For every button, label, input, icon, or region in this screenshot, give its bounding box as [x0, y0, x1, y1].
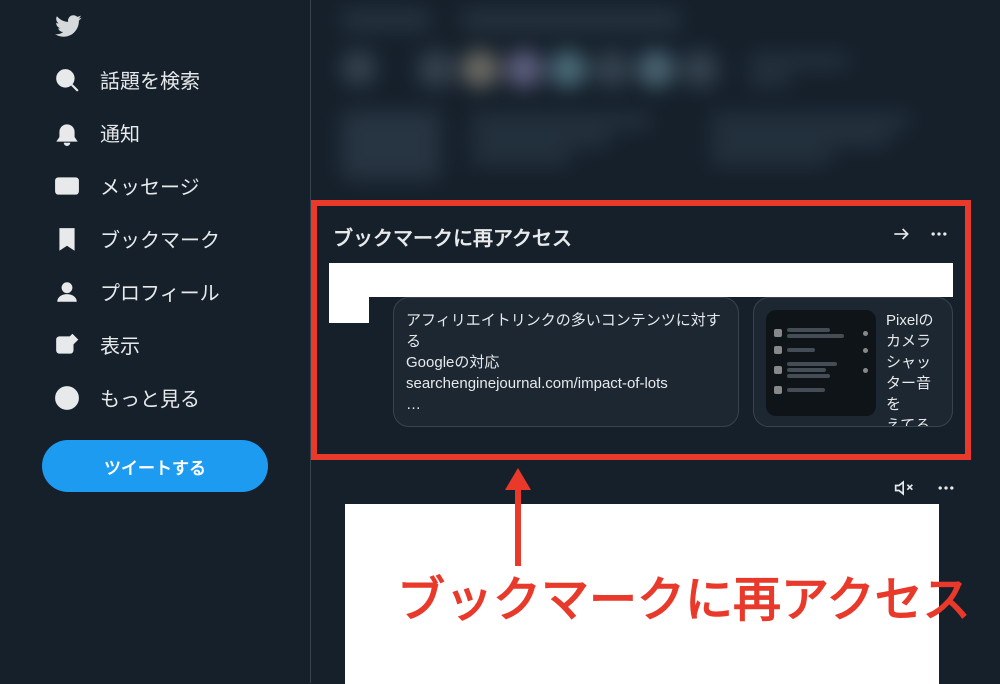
- bookmark-widget-title: ブックマークに再アクセス: [333, 222, 572, 251]
- sidebar-item-label: メッセージ: [100, 171, 200, 200]
- bookmark-icon: [54, 226, 80, 252]
- sidebar-item-label: 表示: [100, 330, 140, 359]
- arrow-right-icon[interactable]: [891, 224, 911, 249]
- sidebar-item-label: 話題を検索: [100, 65, 200, 94]
- blurred-timeline: [311, 0, 1000, 200]
- search-icon: [54, 67, 80, 93]
- profile-icon: [54, 279, 80, 305]
- envelope-icon: [54, 173, 80, 199]
- more-icon[interactable]: [929, 224, 949, 249]
- white-strip: [329, 263, 953, 297]
- bookmark-card-text: アフィリエイトリンクの多いコンテンツに対する Googleの対応 searche…: [406, 310, 726, 414]
- tweet-button[interactable]: ツイートする: [42, 440, 268, 492]
- main-content: ブックマークに再アクセス アフィリエイトリンクの多いコンテンツに対する Goog…: [310, 0, 1000, 683]
- sidebar-item-profile[interactable]: プロフィール: [42, 265, 294, 318]
- sidebar-item-display[interactable]: 表示: [42, 318, 294, 371]
- bell-icon: [54, 120, 80, 146]
- sidebar-item-label: プロフィール: [100, 277, 220, 306]
- highlight-box: ブックマークに再アクセス アフィリエイトリンクの多いコンテンツに対する Goog…: [311, 200, 971, 460]
- sidebar-item-explore[interactable]: 話題を検索: [42, 53, 294, 106]
- tweet-actions: [894, 478, 956, 503]
- content-placeholder: [345, 504, 939, 684]
- small-white-block: [329, 297, 369, 323]
- sidebar: 話題を検索 通知 メッセージ ブックマーク プロフィール 表示: [0, 0, 310, 683]
- mute-icon[interactable]: [894, 478, 914, 503]
- more-icon[interactable]: [936, 478, 956, 503]
- sidebar-item-more[interactable]: もっと見る: [42, 371, 294, 424]
- bookmark-card-thumbnail: [766, 310, 876, 416]
- bookmark-card[interactable]: Pixelのカメラ シャッター音を えてる（無効: [753, 297, 953, 427]
- bookmark-widget-header: ブックマークに再アクセス: [329, 214, 953, 261]
- sidebar-item-messages[interactable]: メッセージ: [42, 159, 294, 212]
- sidebar-item-label: 通知: [100, 118, 140, 147]
- twitter-logo[interactable]: [42, 4, 294, 53]
- sidebar-item-label: もっと見る: [100, 383, 200, 412]
- bookmark-card[interactable]: アフィリエイトリンクの多いコンテンツに対する Googleの対応 searche…: [393, 297, 739, 427]
- sidebar-item-bookmarks[interactable]: ブックマーク: [42, 212, 294, 265]
- bookmark-card-text: Pixelのカメラ シャッター音を えてる（無効: [886, 310, 940, 414]
- more-circle-icon: [54, 385, 80, 411]
- sidebar-item-label: ブックマーク: [100, 224, 220, 253]
- sidebar-item-notifications[interactable]: 通知: [42, 106, 294, 159]
- edit-icon: [54, 332, 80, 358]
